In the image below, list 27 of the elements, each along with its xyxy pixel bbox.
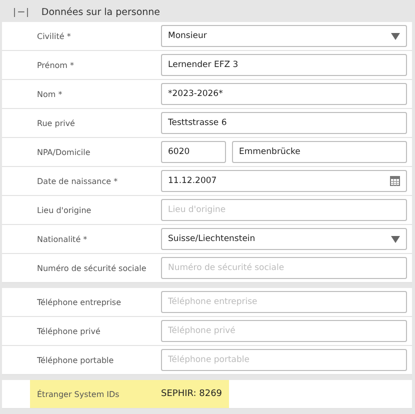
field-label: Téléphone entreprise xyxy=(36,298,122,306)
input-field[interactable]: *2023-2026* xyxy=(161,83,407,105)
input-field[interactable]: Lernender EFZ 3 xyxy=(161,54,407,76)
city-field[interactable]: Emmenbrücke xyxy=(232,141,407,163)
field-label: Téléphone privé xyxy=(36,326,102,336)
field-label: Étranger System IDs xyxy=(36,390,120,398)
field-label: Numéro de sécurité sociale xyxy=(36,264,148,272)
dropdown-caret-icon xyxy=(391,236,400,242)
field-label: Lieu d'origine xyxy=(36,206,92,214)
field-label: Prénom * xyxy=(36,60,76,70)
section-title: Données sur la personne xyxy=(41,6,160,18)
postal-code-field[interactable]: 6020 xyxy=(161,141,226,163)
field-value: SEPHIR: 8269 xyxy=(161,389,224,399)
field-label: NPA/Domicile xyxy=(36,148,92,156)
field-label: Nationalité * xyxy=(36,234,88,244)
date-field[interactable]: 11.12.2007 xyxy=(161,170,407,192)
field-label: Civilité * xyxy=(36,32,72,40)
calendar-icon[interactable] xyxy=(390,176,400,186)
select-field[interactable]: Monsieur xyxy=(161,25,407,47)
field-label: Rue privé xyxy=(36,118,76,128)
collapse-toggle[interactable]: − xyxy=(14,8,28,16)
field-label: Nom * xyxy=(36,90,64,98)
select-field[interactable]: Suisse/Liechtenstein xyxy=(161,228,407,250)
input-field[interactable]: Testtstrasse 6 xyxy=(161,112,407,134)
dropdown-caret-icon xyxy=(391,32,400,40)
field-label: Téléphone portable xyxy=(36,356,115,364)
field-label: Date de naissance * xyxy=(36,176,119,186)
